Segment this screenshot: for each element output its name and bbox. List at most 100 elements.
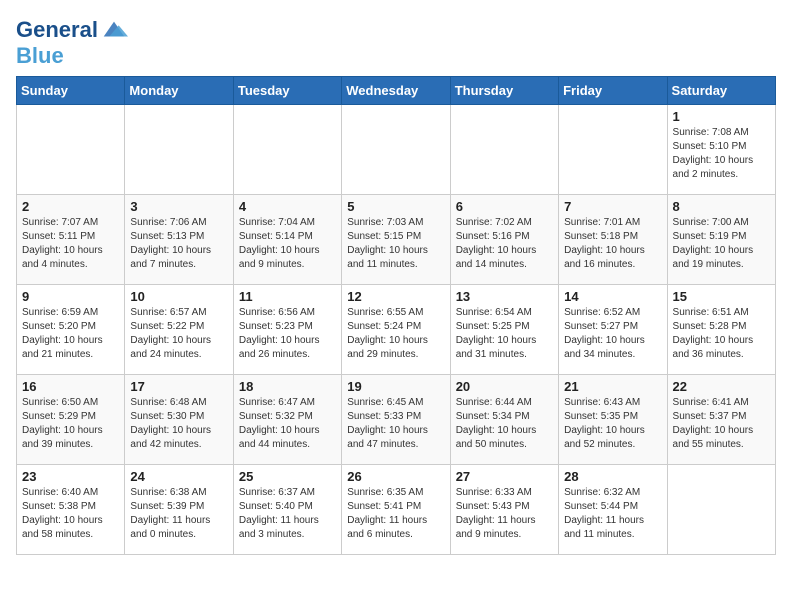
page-header: General Blue — [16, 16, 776, 68]
calendar-cell — [450, 105, 558, 195]
day-info: Sunrise: 6:37 AM Sunset: 5:40 PM Dayligh… — [239, 486, 336, 542]
day-number: 6 — [456, 199, 553, 214]
calendar-cell: 25 Sunrise: 6:37 AM Sunset: 5:40 PM Dayli… — [233, 465, 341, 555]
calendar-cell: 16 Sunrise: 6:50 AM Sunset: 5:29 PM Dayli… — [17, 375, 125, 465]
calendar-cell: 8Sunrise: 7:00 AM Sunset: 5:19 PM Daylig… — [667, 195, 775, 285]
day-number: 18 — [239, 379, 336, 394]
calendar-week-row: 2Sunrise: 7:07 AM Sunset: 5:11 PM Daylig… — [17, 195, 776, 285]
calendar-cell: 5 Sunrise: 7:03 AM Sunset: 5:15 PM Daylig… — [342, 195, 450, 285]
day-number: 27 — [456, 469, 553, 484]
day-info: Sunrise: 6:44 AM Sunset: 5:34 PM Dayligh… — [456, 396, 553, 452]
day-info: Sunrise: 6:55 AM Sunset: 5:24 PM Dayligh… — [347, 306, 444, 362]
calendar-cell: 19 Sunrise: 6:45 AM Sunset: 5:33 PM Dayli… — [342, 375, 450, 465]
day-number: 10 — [130, 289, 227, 304]
calendar-cell: 21 Sunrise: 6:43 AM Sunset: 5:35 PM Dayli… — [559, 375, 667, 465]
day-info: Sunrise: 7:08 AM Sunset: 5:10 PM Dayligh… — [673, 126, 770, 182]
day-number: 13 — [456, 289, 553, 304]
calendar-cell: 20 Sunrise: 6:44 AM Sunset: 5:34 PM Dayli… — [450, 375, 558, 465]
calendar-cell: 1 Sunrise: 7:08 AM Sunset: 5:10 PM Daylig… — [667, 105, 775, 195]
calendar-cell: 12 Sunrise: 6:55 AM Sunset: 5:24 PM Dayli… — [342, 285, 450, 375]
day-number: 9 — [22, 289, 119, 304]
calendar-table: SundayMondayTuesdayWednesdayThursdayFrid… — [16, 76, 776, 555]
calendar-cell — [667, 465, 775, 555]
calendar-week-row: 23 Sunrise: 6:40 AM Sunset: 5:38 PM Dayli… — [17, 465, 776, 555]
day-info: Sunrise: 6:40 AM Sunset: 5:38 PM Dayligh… — [22, 486, 119, 542]
day-info: Sunrise: 6:48 AM Sunset: 5:30 PM Dayligh… — [130, 396, 227, 452]
day-info: Sunrise: 6:59 AM Sunset: 5:20 PM Dayligh… — [22, 306, 119, 362]
weekday-header: Tuesday — [233, 77, 341, 105]
day-info: Sunrise: 7:03 AM Sunset: 5:15 PM Dayligh… — [347, 216, 444, 272]
day-number: 16 — [22, 379, 119, 394]
day-info: Sunrise: 6:52 AM Sunset: 5:27 PM Dayligh… — [564, 306, 661, 362]
day-info: Sunrise: 7:01 AM Sunset: 5:18 PM Dayligh… — [564, 216, 661, 272]
calendar-cell: 22 Sunrise: 6:41 AM Sunset: 5:37 PM Dayli… — [667, 375, 775, 465]
calendar-cell — [17, 105, 125, 195]
calendar-cell: 15Sunrise: 6:51 AM Sunset: 5:28 PM Dayli… — [667, 285, 775, 375]
day-number: 4 — [239, 199, 336, 214]
weekday-header: Friday — [559, 77, 667, 105]
day-info: Sunrise: 6:43 AM Sunset: 5:35 PM Dayligh… — [564, 396, 661, 452]
day-number: 25 — [239, 469, 336, 484]
weekday-header: Thursday — [450, 77, 558, 105]
day-info: Sunrise: 6:32 AM Sunset: 5:44 PM Dayligh… — [564, 486, 661, 542]
day-info: Sunrise: 6:50 AM Sunset: 5:29 PM Dayligh… — [22, 396, 119, 452]
calendar-cell: 3 Sunrise: 7:06 AM Sunset: 5:13 PM Daylig… — [125, 195, 233, 285]
day-number: 19 — [347, 379, 444, 394]
day-number: 11 — [239, 289, 336, 304]
calendar-cell: 14 Sunrise: 6:52 AM Sunset: 5:27 PM Dayli… — [559, 285, 667, 375]
day-info: Sunrise: 6:35 AM Sunset: 5:41 PM Dayligh… — [347, 486, 444, 542]
calendar-cell: 10 Sunrise: 6:57 AM Sunset: 5:22 PM Dayli… — [125, 285, 233, 375]
calendar-cell: 6 Sunrise: 7:02 AM Sunset: 5:16 PM Daylig… — [450, 195, 558, 285]
day-number: 8 — [673, 199, 770, 214]
day-info: Sunrise: 7:06 AM Sunset: 5:13 PM Dayligh… — [130, 216, 227, 272]
calendar-cell — [125, 105, 233, 195]
calendar-cell: 27 Sunrise: 6:33 AM Sunset: 5:43 PM Dayli… — [450, 465, 558, 555]
day-number: 21 — [564, 379, 661, 394]
day-number: 24 — [130, 469, 227, 484]
calendar-cell: 13 Sunrise: 6:54 AM Sunset: 5:25 PM Dayli… — [450, 285, 558, 375]
day-number: 22 — [673, 379, 770, 394]
day-number: 14 — [564, 289, 661, 304]
day-info: Sunrise: 6:47 AM Sunset: 5:32 PM Dayligh… — [239, 396, 336, 452]
calendar-cell: 26Sunrise: 6:35 AM Sunset: 5:41 PM Dayli… — [342, 465, 450, 555]
day-number: 12 — [347, 289, 444, 304]
logo-text: General — [16, 18, 98, 42]
day-info: Sunrise: 6:54 AM Sunset: 5:25 PM Dayligh… — [456, 306, 553, 362]
calendar-week-row: 9 Sunrise: 6:59 AM Sunset: 5:20 PM Daylig… — [17, 285, 776, 375]
day-number: 20 — [456, 379, 553, 394]
day-info: Sunrise: 6:33 AM Sunset: 5:43 PM Dayligh… — [456, 486, 553, 542]
calendar-cell: 11 Sunrise: 6:56 AM Sunset: 5:23 PM Dayli… — [233, 285, 341, 375]
logo: General Blue — [16, 16, 128, 68]
weekday-header: Sunday — [17, 77, 125, 105]
day-info: Sunrise: 6:41 AM Sunset: 5:37 PM Dayligh… — [673, 396, 770, 452]
day-number: 2 — [22, 199, 119, 214]
calendar-cell — [233, 105, 341, 195]
logo-text-blue: Blue — [16, 43, 64, 68]
calendar-cell: 23 Sunrise: 6:40 AM Sunset: 5:38 PM Dayli… — [17, 465, 125, 555]
day-number: 28 — [564, 469, 661, 484]
calendar-cell — [342, 105, 450, 195]
calendar-cell — [559, 105, 667, 195]
day-number: 23 — [22, 469, 119, 484]
calendar-cell: 2Sunrise: 7:07 AM Sunset: 5:11 PM Daylig… — [17, 195, 125, 285]
calendar-header: SundayMondayTuesdayWednesdayThursdayFrid… — [17, 77, 776, 105]
calendar-cell: 18 Sunrise: 6:47 AM Sunset: 5:32 PM Dayli… — [233, 375, 341, 465]
day-info: Sunrise: 7:02 AM Sunset: 5:16 PM Dayligh… — [456, 216, 553, 272]
day-number: 5 — [347, 199, 444, 214]
day-number: 3 — [130, 199, 227, 214]
calendar-cell: 28 Sunrise: 6:32 AM Sunset: 5:44 PM Dayli… — [559, 465, 667, 555]
calendar-cell: 9 Sunrise: 6:59 AM Sunset: 5:20 PM Daylig… — [17, 285, 125, 375]
day-info: Sunrise: 7:04 AM Sunset: 5:14 PM Dayligh… — [239, 216, 336, 272]
day-info: Sunrise: 6:57 AM Sunset: 5:22 PM Dayligh… — [130, 306, 227, 362]
calendar-body: 1 Sunrise: 7:08 AM Sunset: 5:10 PM Daylig… — [17, 105, 776, 555]
day-info: Sunrise: 6:45 AM Sunset: 5:33 PM Dayligh… — [347, 396, 444, 452]
weekday-header: Monday — [125, 77, 233, 105]
day-number: 15 — [673, 289, 770, 304]
weekday-header: Saturday — [667, 77, 775, 105]
header-row: SundayMondayTuesdayWednesdayThursdayFrid… — [17, 77, 776, 105]
day-number: 7 — [564, 199, 661, 214]
day-info: Sunrise: 6:56 AM Sunset: 5:23 PM Dayligh… — [239, 306, 336, 362]
calendar-cell: 17Sunrise: 6:48 AM Sunset: 5:30 PM Dayli… — [125, 375, 233, 465]
day-info: Sunrise: 6:38 AM Sunset: 5:39 PM Dayligh… — [130, 486, 227, 542]
day-number: 1 — [673, 109, 770, 124]
